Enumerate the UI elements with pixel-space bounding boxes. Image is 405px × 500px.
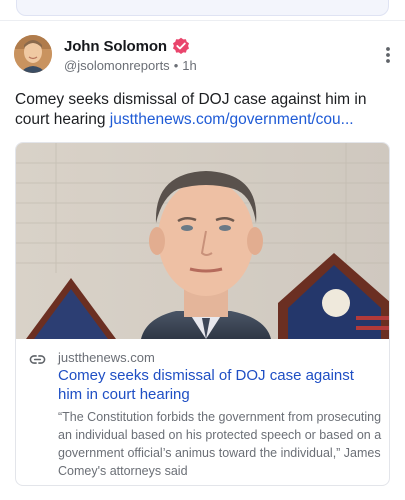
divider: [0, 20, 405, 21]
post-header: John Solomon @jsolomonreports • 1h: [14, 34, 394, 76]
card-domain: justthenews.com: [58, 350, 155, 365]
more-options-icon[interactable]: [384, 46, 392, 64]
card-description: “The Constitution forbids the government…: [58, 410, 382, 478]
card-body[interactable]: justthenews.com Comey seeks dismissal of…: [16, 339, 389, 485]
previous-item-edge: [16, 0, 389, 16]
verified-badge-icon: [172, 37, 190, 55]
card-thumbnail[interactable]: [16, 143, 389, 339]
avatar[interactable]: [14, 35, 52, 73]
meta-separator: •: [173, 58, 179, 73]
post-link[interactable]: justthenews.com/government/cou...: [110, 111, 354, 128]
author-name[interactable]: John Solomon: [64, 38, 167, 55]
card-title[interactable]: Comey seeks dismissal of DOJ case agains…: [58, 366, 378, 404]
author-handle[interactable]: @jsolomonreports: [64, 58, 170, 73]
post-time[interactable]: 1h: [182, 58, 196, 73]
link-icon: [29, 351, 46, 368]
link-preview-card[interactable]: justthenews.com Comey seeks dismissal of…: [15, 142, 390, 486]
post-text: Comey seeks dismissal of DOJ case agains…: [15, 90, 390, 130]
